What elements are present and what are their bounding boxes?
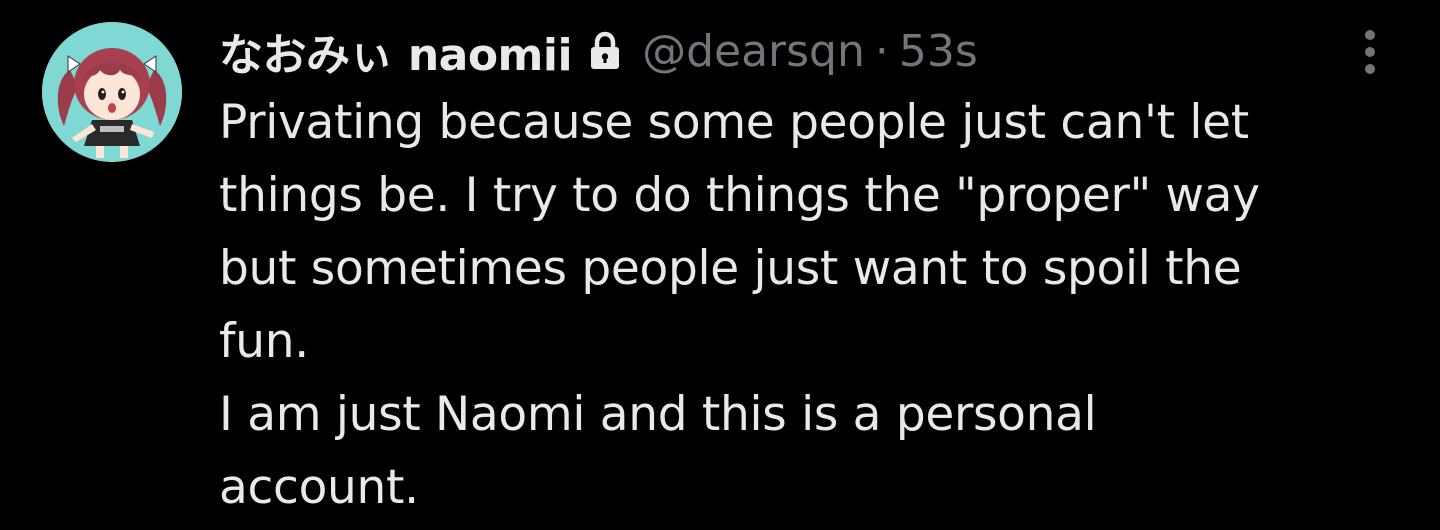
tweet-text-line: account. xyxy=(219,460,419,515)
tweet-text-line: I am just Naomi and this is a personal xyxy=(219,387,1097,442)
tweet-timestamp[interactable]: 53s xyxy=(899,26,978,77)
header-separator: · xyxy=(874,25,889,77)
tweet-text: Privating because some people just can't… xyxy=(219,86,1399,524)
more-options-button[interactable] xyxy=(1348,24,1392,80)
author-display-name[interactable]: なおみぃ naomii xyxy=(219,19,573,83)
more-vertical-icon xyxy=(1365,30,1375,74)
author-handle[interactable]: @dearsqn xyxy=(642,26,865,77)
author-avatar[interactable] xyxy=(42,22,182,162)
lock-icon xyxy=(588,31,622,71)
tweet-text-line: things be. I try to do things the "prope… xyxy=(219,168,1260,223)
tweet-text-line: but sometimes people just want to spoil … xyxy=(219,241,1242,296)
tweet-text-line: Privating because some people just can't… xyxy=(219,95,1249,150)
tweet[interactable]: なおみぃ naomii @dearsqn · 53s Privating bec… xyxy=(0,0,1440,530)
tweet-header: なおみぃ naomii @dearsqn · 53s xyxy=(219,20,978,82)
anime-girl-avatar-icon xyxy=(42,22,182,162)
tweet-text-line: fun. xyxy=(219,314,309,369)
